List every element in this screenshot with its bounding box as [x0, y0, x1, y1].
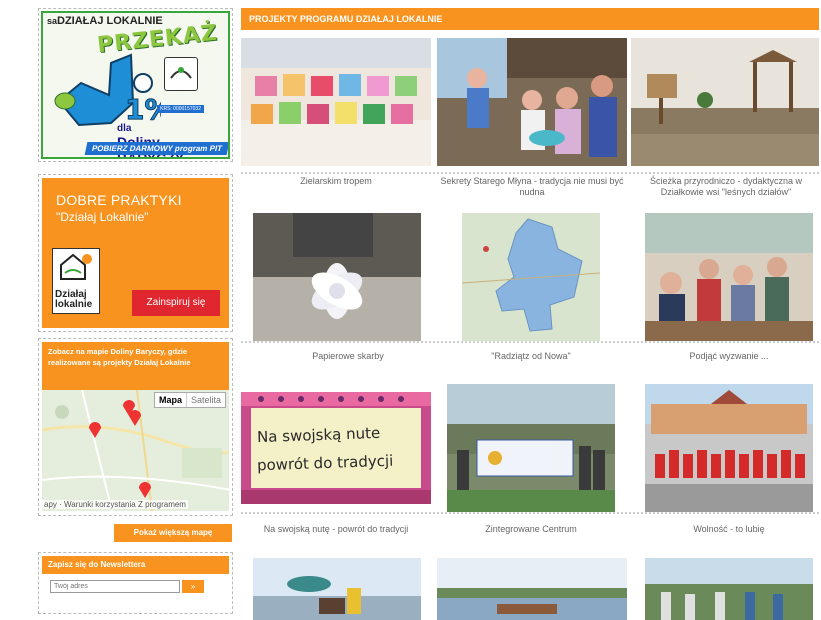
good-practices-widget: DOBRE PRAKTYKI "Działaj Lokalnie" Działa…	[38, 174, 233, 332]
project-caption[interactable]: Wolność - to lubię	[634, 524, 821, 535]
project-thumbnail[interactable]: Na swojską nute powrót do tradycji	[241, 392, 431, 504]
map-marker-icon[interactable]	[88, 420, 102, 438]
get-inspired-button[interactable]: Zainspiruj się	[132, 290, 220, 316]
one-percent-figure-icon: 1%	[54, 53, 161, 127]
red-shirts-group-photo-icon	[645, 384, 813, 512]
project-tile[interactable]: Papierowe skarby	[253, 213, 443, 361]
project-thumbnail[interactable]	[645, 213, 813, 341]
project-thumbnail[interactable]	[241, 38, 431, 166]
potted-plants-photo-icon	[241, 38, 431, 166]
project-caption[interactable]: Na swojską nutę - powrót do tradycji	[241, 524, 431, 535]
project-tile[interactable]: "Radziątz od Nowa"	[462, 213, 652, 361]
map-toggle-satellite[interactable]: Satelita	[185, 393, 225, 407]
promo-for-word: dla	[117, 123, 132, 134]
project-thumbnail[interactable]	[437, 558, 627, 620]
project-caption[interactable]: Sekrety Starego Młyna - tradycja nie mus…	[437, 176, 627, 198]
row-divider	[241, 512, 819, 514]
dzialaj-lokalnie-logo: Działaj lokalnie	[52, 248, 100, 314]
projects-map-widget: Zobacz na mapie Doliny Baryczy, gdzie re…	[38, 338, 233, 516]
hand-house-logo-icon	[60, 253, 92, 280]
map-heading: Zobacz na mapie Doliny Baryczy, gdzie re…	[42, 342, 229, 390]
paper-flower-photo-icon	[253, 213, 421, 341]
promo-amount: 1%	[125, 93, 161, 126]
project-tile[interactable]	[645, 558, 821, 620]
children-workshop-photo-icon	[437, 38, 627, 166]
newsletter-heading: Zapisz się do Newslettera	[42, 556, 229, 574]
horse-event-photo-icon	[253, 558, 421, 620]
project-thumbnail[interactable]	[645, 558, 813, 620]
project-caption[interactable]: Zielarskim tropem	[241, 176, 431, 187]
nature-trail-photo-icon	[631, 38, 819, 166]
project-caption[interactable]: Podjąć wyzwanie ...	[634, 351, 821, 362]
project-thumbnail[interactable]	[253, 213, 421, 341]
project-tile[interactable]: Podjąć wyzwanie ...	[645, 213, 821, 361]
map-marker-icon[interactable]	[138, 480, 152, 498]
project-thumbnail[interactable]	[447, 384, 615, 512]
project-thumbnail[interactable]	[631, 38, 821, 166]
good-practices-subtitle: "Działaj Lokalnie"	[56, 210, 149, 224]
project-caption[interactable]: Zintegrowane Centrum	[436, 524, 626, 535]
google-map[interactable]: Mapa Satelita apy · Warunki korzystania …	[42, 390, 229, 511]
newsletter-email-input[interactable]	[50, 580, 180, 593]
bigger-map-button[interactable]: Pokaż większą mapę	[114, 524, 232, 542]
lake-boat-photo-icon	[437, 558, 627, 620]
project-tile[interactable]: Ścieżka przyrodniczo - dydaktyczna w Dzi…	[631, 38, 821, 197]
project-thumbnail[interactable]	[645, 384, 813, 512]
project-tile[interactable]: Wolność - to lubię	[645, 384, 821, 534]
project-tile[interactable]: Sekrety Starego Młyna - tradycja nie mus…	[437, 38, 627, 197]
map-toggle-map[interactable]: Mapa	[155, 393, 186, 407]
dolina-baryczy-logo-icon	[170, 67, 192, 79]
outdoor-group-photo-icon	[645, 558, 813, 620]
newsletter-widget: Zapisz się do Newslettera »	[38, 552, 233, 614]
good-practices-title: DOBRE PRAKTYKI	[56, 192, 182, 208]
krs-number: KRS: 0000157032	[157, 105, 204, 113]
row-divider	[241, 341, 819, 343]
project-thumbnail[interactable]	[253, 558, 421, 620]
project-tile[interactable]	[253, 558, 443, 620]
dolina-baryczy-logo	[164, 57, 198, 91]
map-marker-icon[interactable]	[128, 408, 142, 426]
project-caption[interactable]: "Radziątz od Nowa"	[436, 351, 626, 362]
download-pit-ribbon[interactable]: POBIERZ DARMOWY program PIT	[84, 142, 228, 155]
lake-map-photo-icon	[462, 213, 600, 341]
section-title: PROJEKTY PROGRAMU DZIAŁAJ LOKALNIE	[241, 8, 819, 30]
map-footer[interactable]: apy · Warunki korzystania Z programem	[42, 500, 188, 509]
project-thumbnail[interactable]	[462, 213, 600, 341]
seniors-meeting-photo-icon	[645, 213, 813, 341]
row-divider	[241, 172, 819, 174]
folk-banner-photo-icon	[241, 392, 431, 504]
project-tile[interactable]: Zielarskim tropem	[241, 38, 431, 186]
promo-prefix: sa	[47, 16, 58, 26]
integration-group-photo-icon	[447, 384, 615, 512]
project-thumbnail[interactable]	[437, 38, 627, 166]
map-type-toggle[interactable]: Mapa Satelita	[153, 392, 226, 408]
newsletter-submit-button[interactable]: »	[182, 580, 204, 593]
project-tile[interactable]	[437, 558, 627, 620]
project-tile[interactable]: Na swojską nute powrót do tradycji Na sw…	[241, 392, 431, 534]
project-caption[interactable]: Ścieżka przyrodniczo - dydaktyczna w Dzi…	[631, 176, 821, 198]
promo-title: DZIAŁAJ LOKALNIE	[57, 15, 163, 27]
project-caption[interactable]: Papierowe skarby	[253, 351, 443, 362]
logo-caption: Działaj lokalnie	[55, 289, 93, 310]
promo-top-line: saDZIAŁAJ LOKALNIE	[47, 15, 163, 27]
tax-donation-banner[interactable]: saDZIAŁAJ LOKALNIE PRZEKAŻ 1% KRS: 00001…	[38, 8, 233, 162]
project-tile[interactable]: Zintegrowane Centrum	[447, 384, 637, 534]
